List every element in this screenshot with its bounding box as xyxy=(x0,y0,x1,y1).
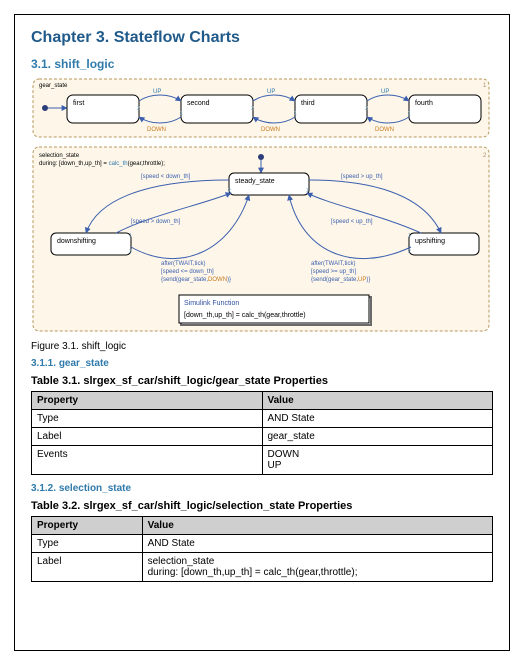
up-label-3: UP xyxy=(381,89,389,95)
svg-text:1: 1 xyxy=(306,188,309,194)
svg-text:first: first xyxy=(73,100,84,107)
th-value: Value xyxy=(148,520,174,531)
down-label-2: DOWN xyxy=(261,127,280,133)
subsection-selection-state: 3.1.2. selection_state xyxy=(31,483,493,494)
table2-title: Table 3.2. slrgex_sf_car/shift_logic/sel… xyxy=(31,500,493,512)
after-left-l2: [speed <= down_th] xyxy=(161,269,214,275)
cond-speed-lt-up: [speed < up_th] xyxy=(331,219,373,225)
downshifting-label: downshifting xyxy=(57,238,96,245)
svg-text:2: 2 xyxy=(228,188,231,194)
after-right-l3: {send(gear_state,UP)} xyxy=(311,277,370,283)
steady-state-label: steady_state xyxy=(235,178,275,185)
th-property: Property xyxy=(37,395,78,406)
section-name: shift_logic xyxy=(54,57,114,71)
simulink-function-box: Simulink Function [down_th,up_th] = calc… xyxy=(179,295,371,325)
cond-speed-gt-down: [speed > down_th] xyxy=(131,219,181,225)
figure-caption: Figure 3.1. shift_logic xyxy=(31,341,493,352)
svg-text:second: second xyxy=(187,100,210,107)
table-row: TypeAND State xyxy=(32,535,493,553)
after-right-l2: [speed >= up_th] xyxy=(311,269,356,275)
table-row: TypeAND State xyxy=(32,410,493,428)
up-label-1: UP xyxy=(153,89,161,95)
svg-text:2: 2 xyxy=(365,106,368,112)
svg-text:2: 2 xyxy=(129,249,132,255)
selection-state-title: selection_state xyxy=(39,153,80,159)
upshifting-label: upshifting xyxy=(415,238,445,245)
svg-text:1: 1 xyxy=(408,233,411,239)
section-num: 3.1. xyxy=(31,57,51,71)
section-title: 3.1. shift_logic xyxy=(31,57,493,71)
svg-text:2: 2 xyxy=(251,106,254,112)
table-row: Events DOWNUP xyxy=(32,446,493,475)
gear-fourth: fourth xyxy=(409,95,481,123)
after-right-l1: after(TWAIT,tick) xyxy=(311,261,355,267)
page: Chapter 3. Stateflow Charts 3.1. shift_l… xyxy=(14,14,510,651)
down-label-1: DOWN xyxy=(147,127,166,133)
th-property: Property xyxy=(37,520,78,531)
svg-text:1: 1 xyxy=(129,233,132,239)
after-left-l1: after(TWAIT,tick) xyxy=(161,261,205,267)
chapter-title: Chapter 3. Stateflow Charts xyxy=(31,29,493,47)
th-value: Value xyxy=(268,395,294,406)
table1-title: Table 3.1. slrgex_sf_car/shift_logic/gea… xyxy=(31,375,493,387)
simfn-title: Simulink Function xyxy=(184,300,239,307)
figure-shift-logic: gear_state first second third fourth xyxy=(31,75,493,335)
svg-text:1: 1 xyxy=(408,111,411,117)
stateflow-diagram-svg: gear_state first second third fourth xyxy=(31,75,491,335)
svg-text:third: third xyxy=(301,100,315,107)
down-label-3: DOWN xyxy=(375,127,394,133)
svg-text:2: 2 xyxy=(408,249,411,255)
cond-speed-lt-down: [speed < down_th] xyxy=(141,174,191,180)
svg-text:fourth: fourth xyxy=(415,100,433,107)
gear-state-label: gear_state xyxy=(39,83,68,89)
cond-speed-gt-up: [speed > up_th] xyxy=(341,174,383,180)
subsection-gear-state: 3.1.1. gear_state xyxy=(31,358,493,369)
gear-first: first xyxy=(67,95,139,123)
table-row: Labelgear_state xyxy=(32,428,493,446)
simfn-body: [down_th,up_th] = calc_th(gear,throttle) xyxy=(184,312,306,319)
selection-state-during: during: [down_th,up_th] = calc_th(gear,t… xyxy=(39,161,165,167)
up-label-2: UP xyxy=(267,89,275,95)
table-row: Label selection_stateduring: [down_th,up… xyxy=(32,553,493,582)
svg-text:2: 2 xyxy=(137,106,140,112)
table-selection-state-properties: Property Value TypeAND State Label selec… xyxy=(31,516,493,582)
svg-text:1: 1 xyxy=(180,111,183,117)
gear-third: third xyxy=(295,95,367,123)
svg-text:1: 1 xyxy=(294,111,297,117)
gear-second: second xyxy=(181,95,253,123)
table-gear-state-properties: Property Value TypeAND State Labelgear_s… xyxy=(31,391,493,475)
after-left-l3: {send(gear_state,DOWN)} xyxy=(161,277,231,283)
